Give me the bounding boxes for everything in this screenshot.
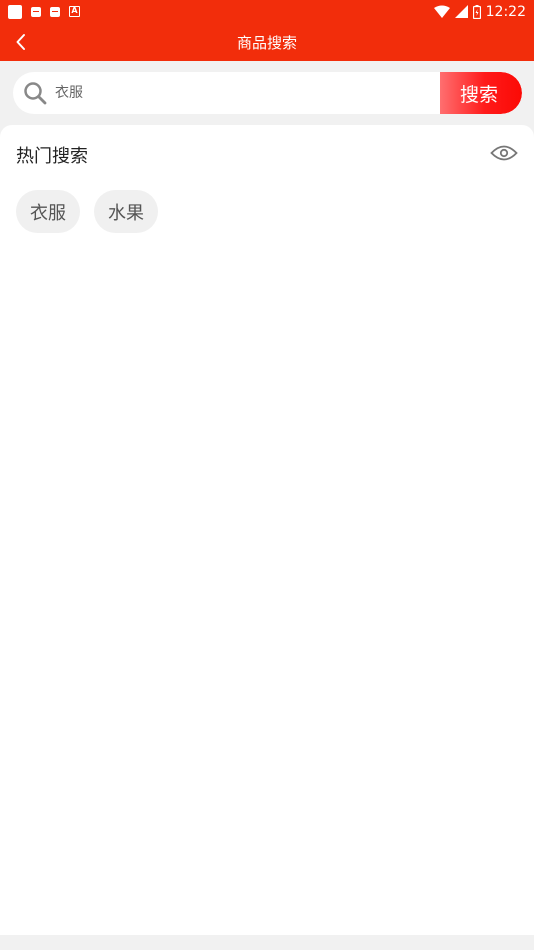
wifi-icon xyxy=(433,5,450,18)
sim-icon xyxy=(50,6,60,17)
hot-search-title: 热门搜索 xyxy=(16,146,88,167)
status-time: 12:22 xyxy=(485,3,526,20)
page-title: 商品搜索 xyxy=(236,33,297,52)
hot-search-tags: 衣服 水果 xyxy=(16,190,158,233)
back-button[interactable] xyxy=(8,29,34,55)
notification-icon xyxy=(8,4,22,19)
battery-icon xyxy=(472,4,481,19)
font-icon: A xyxy=(69,6,80,17)
search-button[interactable]: 搜索 xyxy=(440,72,522,114)
search-bar: 搜索 xyxy=(13,72,522,114)
chevron-left-icon xyxy=(16,34,25,50)
hot-tag-fruit[interactable]: 水果 xyxy=(94,190,158,233)
status-notifications: A xyxy=(8,4,80,19)
eye-icon[interactable] xyxy=(490,142,518,164)
hot-tag-clothes[interactable]: 衣服 xyxy=(16,190,80,233)
navigation-bar: 商品搜索 xyxy=(0,23,534,61)
search-icon xyxy=(22,80,48,106)
status-system: 12:22 xyxy=(433,3,526,20)
sim-icon xyxy=(31,6,41,17)
signal-icon xyxy=(454,5,468,18)
hot-search-panel: 热门搜索 衣服 水果 xyxy=(0,125,534,935)
search-input[interactable] xyxy=(48,72,440,114)
status-bar: A 12:22 xyxy=(0,0,534,23)
